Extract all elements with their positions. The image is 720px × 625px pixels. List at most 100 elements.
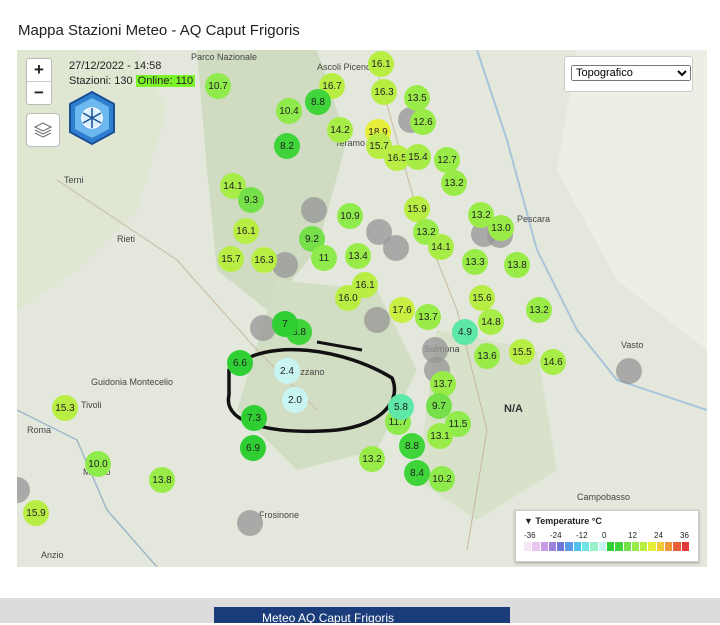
station-marker[interactable]: 2.0 [282, 387, 308, 413]
station-marker[interactable]: 8.8 [399, 433, 425, 459]
station-marker[interactable]: 15.9 [23, 500, 49, 526]
station-marker[interactable]: 13.8 [504, 252, 530, 278]
map-label-vasto: Vasto [621, 340, 643, 350]
legend-tick: 0 [602, 531, 607, 540]
station-marker[interactable]: 13.7 [415, 304, 441, 330]
legend-tick: -36 [524, 531, 536, 540]
station-offline-marker[interactable] [383, 235, 409, 261]
layer-select[interactable]: Topografico [571, 65, 691, 81]
station-marker[interactable]: 14.8 [478, 309, 504, 335]
caput-frigoris-logo [69, 90, 115, 146]
station-offline-marker[interactable] [364, 307, 390, 333]
map-label-terni: Terni [64, 175, 84, 185]
station-marker[interactable]: 4.9 [452, 319, 478, 345]
station-marker[interactable]: 13.8 [149, 467, 175, 493]
layer-select-container: Topografico [564, 56, 693, 92]
station-marker[interactable]: 13.5 [404, 85, 430, 111]
station-marker[interactable]: 10.2 [429, 466, 455, 492]
page-title: Mappa Stazioni Meteo - AQ Caput Frigoris [18, 22, 300, 39]
map-terrain: Parco Nazionale Ascoli Piceno Teramo Ter… [17, 50, 707, 567]
station-marker[interactable]: 5.8 [388, 394, 414, 420]
map-info: 27/12/2022 - 14:58 Stazioni: 130 Online:… [69, 59, 196, 89]
station-marker[interactable]: 8.4 [404, 460, 430, 486]
station-marker[interactable]: 10.4 [276, 98, 302, 124]
legend-swatch [673, 542, 682, 551]
station-marker[interactable]: 13.4 [345, 243, 371, 269]
legend-swatch [648, 542, 657, 551]
station-marker[interactable]: 15.5 [509, 339, 535, 365]
station-marker[interactable]: 13.1 [427, 423, 453, 449]
station-marker[interactable]: 16.1 [233, 218, 259, 244]
station-marker[interactable]: 15.7 [218, 246, 244, 272]
station-offline-marker[interactable] [301, 197, 327, 223]
station-marker[interactable]: 10.0 [85, 451, 111, 477]
map-label-ascoli-piceno: Ascoli Piceno [317, 62, 371, 72]
legend-swatch [681, 542, 690, 551]
zoom-in-button[interactable]: + [27, 59, 51, 81]
station-marker[interactable]: 11 [311, 245, 337, 271]
station-marker[interactable]: 16.1 [368, 51, 394, 77]
station-marker[interactable]: 15.3 [52, 395, 78, 421]
station-marker[interactable]: 10.7 [205, 73, 231, 99]
na-label: N/A [504, 403, 523, 415]
layers-button[interactable] [26, 113, 60, 147]
legend-tick: -12 [576, 531, 588, 540]
legend-swatch [548, 542, 558, 551]
station-marker[interactable]: 17.6 [389, 297, 415, 323]
station-marker[interactable]: 13.2 [359, 446, 385, 472]
map-label-rieti: Rieti [117, 234, 135, 244]
station-marker[interactable]: 13.2 [441, 170, 467, 196]
map-label-campobasso: Campobasso [577, 492, 630, 502]
station-marker[interactable]: 12.6 [410, 109, 436, 135]
station-marker[interactable]: 15.6 [469, 285, 495, 311]
legend-swatch [598, 542, 607, 551]
station-marker[interactable]: 7 [272, 311, 298, 337]
station-marker[interactable]: 12.7 [434, 147, 460, 173]
station-marker[interactable]: 13.2 [526, 297, 552, 323]
station-marker[interactable]: 8.8 [305, 89, 331, 115]
station-offline-marker[interactable] [616, 358, 642, 384]
station-marker[interactable]: 16.3 [371, 79, 397, 105]
legend-swatch [573, 542, 583, 551]
station-marker[interactable]: 6.6 [227, 350, 253, 376]
legend-swatch [540, 542, 549, 551]
station-marker[interactable]: 14.2 [327, 117, 353, 143]
legend-swatch [640, 542, 649, 551]
map-label-pescara: Pescara [517, 214, 550, 224]
legend-swatch [524, 542, 533, 551]
map[interactable]: Parco Nazionale Ascoli Piceno Teramo Ter… [17, 50, 707, 567]
legend-tick: 12 [628, 531, 637, 540]
map-label-guidonia: Guidonia Montecelio [91, 377, 173, 387]
station-marker[interactable]: 16.1 [352, 272, 378, 298]
map-label-frosinone: Frosinone [259, 510, 299, 520]
station-marker[interactable]: 8.2 [274, 133, 300, 159]
legend-swatch [557, 542, 566, 551]
station-marker[interactable]: 16.3 [251, 247, 277, 273]
station-marker[interactable]: 13.6 [474, 343, 500, 369]
station-marker[interactable]: 7.3 [241, 405, 267, 431]
station-marker[interactable]: 13.0 [488, 215, 514, 241]
footer-banner[interactable]: Meteo AQ Caput Frigoris [214, 607, 510, 625]
stations-count: Stazioni: 130 [69, 75, 133, 87]
station-marker[interactable]: 2.4 [274, 358, 300, 384]
map-label-ascoli: Parco Nazionale [191, 52, 257, 62]
station-marker[interactable]: 6.9 [240, 435, 266, 461]
legend-swatch [590, 542, 599, 551]
station-offline-marker[interactable] [237, 510, 263, 536]
station-marker[interactable]: 14.1 [428, 234, 454, 260]
zoom-out-button[interactable]: − [27, 81, 51, 104]
map-label-tivoli: Tivoli [81, 400, 102, 410]
station-marker[interactable]: 10.9 [337, 203, 363, 229]
station-marker[interactable]: 13.3 [462, 249, 488, 275]
legend-title-text: Temperature °C [535, 516, 602, 526]
legend-title: ▼ Temperature °C [524, 516, 602, 526]
legend-swatch [532, 542, 541, 551]
legend-swatch [615, 542, 624, 551]
legend-swatch [631, 542, 641, 551]
legend-swatch [623, 542, 632, 551]
timestamp: 27/12/2022 - 14:58 [69, 60, 162, 72]
station-marker[interactable]: 14.6 [540, 349, 566, 375]
map-label-anzio: Anzio [41, 550, 64, 560]
station-marker[interactable]: 15.4 [405, 144, 431, 170]
station-marker[interactable]: 9.3 [238, 187, 264, 213]
